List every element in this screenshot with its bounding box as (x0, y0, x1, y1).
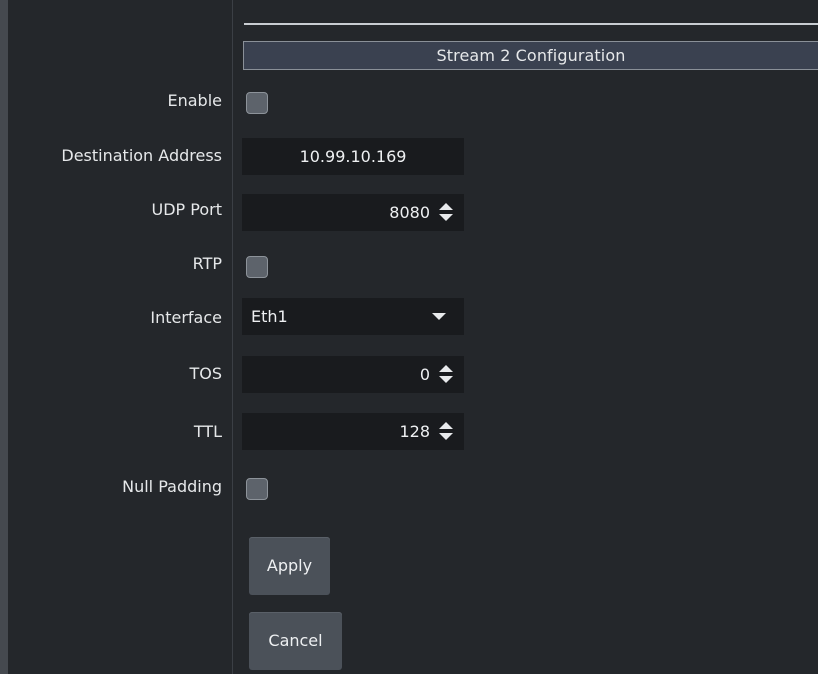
destination-address-input[interactable]: 10.99.10.169 (242, 138, 464, 175)
rtp-label: RTP (192, 254, 222, 273)
up-down-arrows-icon[interactable] (439, 203, 453, 222)
left-edge-strip (0, 0, 8, 674)
section-title: Stream 2 Configuration (243, 41, 818, 70)
destination-address-label: Destination Address (61, 146, 222, 165)
interface-label: Interface (150, 308, 222, 327)
tos-value: 0 (419, 365, 430, 384)
up-down-arrows-icon[interactable] (439, 365, 453, 384)
apply-button[interactable]: Apply (249, 537, 330, 595)
udp-port-label: UDP Port (151, 200, 222, 219)
caret-down-icon (432, 313, 446, 320)
column-divider (232, 0, 233, 674)
ttl-label: TTL (193, 422, 222, 441)
enable-label: Enable (167, 91, 223, 110)
header-separator (244, 23, 818, 25)
tos-spinbox[interactable]: 0 (242, 356, 464, 393)
rtp-checkbox[interactable] (246, 256, 268, 278)
interface-selected-value: Eth1 (251, 307, 288, 326)
udp-port-value: 8080 (389, 203, 430, 222)
enable-checkbox[interactable] (246, 92, 268, 114)
cancel-button[interactable]: Cancel (249, 612, 342, 670)
null-padding-checkbox[interactable] (246, 478, 268, 500)
udp-port-spinbox[interactable]: 8080 (242, 194, 464, 231)
tos-label: TOS (189, 364, 222, 383)
ttl-value: 128 (399, 422, 430, 441)
ttl-spinbox[interactable]: 128 (242, 413, 464, 450)
up-down-arrows-icon[interactable] (439, 422, 453, 441)
null-padding-label: Null Padding (122, 477, 222, 496)
interface-select[interactable]: Eth1 (242, 298, 464, 335)
